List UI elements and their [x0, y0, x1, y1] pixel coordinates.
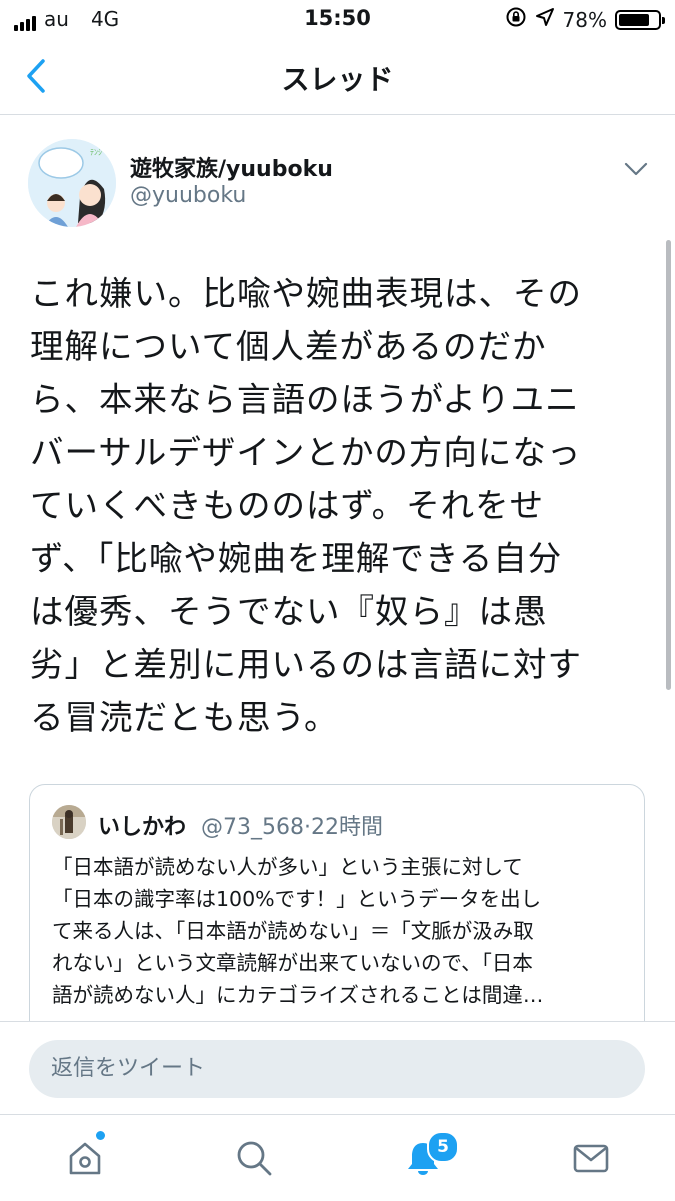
battery-icon — [615, 9, 665, 30]
rotation-lock-icon — [505, 6, 527, 33]
quoted-author-name: いしかわ — [98, 815, 187, 840]
status-bar-right: 78% — [505, 6, 665, 33]
avatar-illustration: ﾃﾝｼ — [28, 139, 116, 227]
search-icon — [237, 1141, 272, 1176]
quoted-tweet[interactable]: いしかわ @73_568·22時間 「日本語が読めない人が多い」という主張に対し… — [29, 784, 645, 1021]
svg-text:ﾃﾝｼ: ﾃﾝｼ — [90, 148, 102, 157]
location-icon — [535, 7, 555, 32]
quoted-author-handle: @73_568 — [201, 815, 305, 840]
quoted-tweet-text: 「日本語が読めない人が多い」という主張に対して 「日本の識字率は100%です！」… — [52, 855, 544, 1007]
tweet: ﾃﾝｼ 遊牧家族/yuuboku @yuuboku これ嫌い。比喩や婉曲表現は、… — [0, 115, 675, 1021]
tab-notifications[interactable]: 5 — [373, 1115, 473, 1201]
author-handle[interactable]: @yuuboku — [130, 183, 246, 208]
quoted-author-avatar — [52, 805, 86, 839]
home-new-indicator — [96, 1131, 105, 1140]
page-title: スレッド — [281, 63, 394, 96]
quoted-tweet-header: いしかわ @73_568·22時間 — [98, 809, 383, 841]
reply-input[interactable]: 返信をツイート — [29, 1040, 645, 1098]
status-bar: au 4G 15:50 78% — [0, 0, 675, 40]
nav-bar: スレッド — [0, 40, 675, 115]
tab-home[interactable] — [35, 1115, 135, 1201]
battery-percent: 78% — [562, 7, 607, 32]
quoted-separator: · — [304, 815, 312, 840]
author-name[interactable]: 遊牧家族/yuuboku — [130, 151, 333, 183]
quoted-time: 22時間 — [311, 815, 384, 840]
notifications-badge: 5 — [427, 1131, 459, 1163]
chevron-down-icon — [624, 162, 648, 176]
reply-bar: 返信をツイート — [0, 1021, 675, 1115]
messages-icon — [573, 1144, 609, 1173]
tab-messages[interactable] — [541, 1115, 641, 1201]
author-avatar[interactable]: ﾃﾝｼ — [28, 139, 116, 227]
tweet-text: これ嫌い。比喩や婉曲表現は、その 理解について個人差があるのだか ら、本来なら言… — [30, 274, 582, 737]
home-icon — [69, 1142, 101, 1175]
tab-bar: 5 — [0, 1114, 675, 1201]
tab-search[interactable] — [204, 1115, 304, 1201]
tweet-options-button[interactable] — [621, 157, 651, 181]
scrollbar[interactable] — [666, 240, 671, 690]
